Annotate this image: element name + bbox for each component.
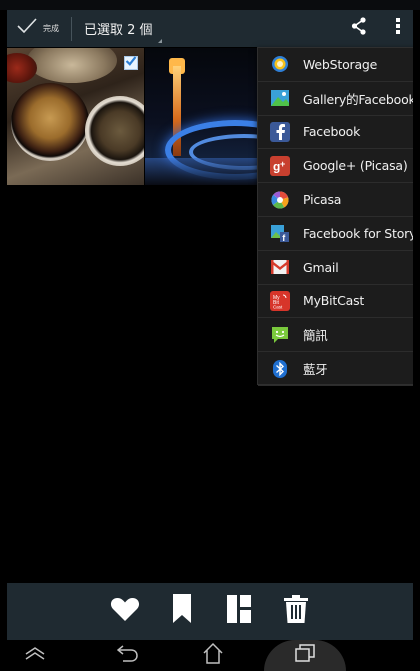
favorite-icon (110, 596, 140, 627)
home-icon (202, 642, 224, 669)
system-nav-bar (0, 640, 420, 671)
share-item-label: WebStorage (303, 56, 378, 72)
photo-bowl-detail (11, 83, 89, 161)
overflow-menu-button[interactable] (388, 15, 408, 42)
share-item-gallery-facebook[interactable]: Gallery的Facebook (258, 82, 417, 116)
webstorage-icon (270, 54, 290, 74)
share-item-label: MyBitCast (303, 293, 365, 309)
photo-bowl-detail (85, 96, 144, 166)
recent-apps-button[interactable] (287, 642, 323, 669)
share-item-label: Gmail (303, 259, 339, 275)
gmail-icon (270, 257, 290, 277)
more-vertical-icon (395, 17, 401, 40)
share-item-gmail[interactable]: Gmail (258, 251, 417, 285)
trash-icon (283, 595, 308, 628)
device-bezel-left (0, 10, 7, 671)
share-button[interactable] (344, 15, 374, 42)
share-item-bluetooth[interactable]: 藍牙 (258, 352, 417, 386)
dropdown-corner-icon (157, 39, 162, 43)
picasa-icon (270, 190, 290, 210)
status-bar (0, 0, 420, 10)
facebook-story-icon: f (270, 223, 290, 243)
gallery-icon (270, 88, 290, 108)
delete-button[interactable] (267, 583, 324, 640)
back-icon (116, 644, 139, 667)
favorite-button[interactable] (96, 583, 153, 640)
bookmark-icon (172, 594, 192, 629)
menu-up-icon (24, 646, 46, 665)
recent-apps-icon (295, 644, 315, 667)
share-item-label: 簡訊 (303, 328, 328, 344)
share-item-google-plus[interactable]: g + Google+ (Picasa) (258, 149, 417, 184)
bluetooth-icon (270, 359, 290, 379)
share-item-messaging[interactable]: 簡訊 (258, 318, 417, 353)
svg-text:+: + (280, 159, 285, 169)
share-item-label: 藍牙 (303, 362, 328, 378)
home-button[interactable] (197, 642, 229, 669)
share-item-label: Facebook (303, 124, 361, 140)
check-icon (125, 54, 137, 72)
layout-button[interactable] (210, 583, 267, 640)
share-menu: WebStorage Gallery的Facebook Facebook g + … (257, 47, 418, 386)
svg-text:Cast: Cast (273, 304, 283, 309)
selection-count-dropdown[interactable]: 已選取 2 個 (72, 10, 165, 47)
done-button[interactable]: 完成 (7, 10, 71, 47)
thumbnail-night-city-photo[interactable] (145, 48, 260, 185)
mybitcast-icon: My Bit Cast (270, 290, 290, 311)
bookmark-button[interactable] (153, 583, 210, 640)
facebook-icon (270, 121, 290, 142)
messaging-icon (270, 325, 290, 345)
device-bezel-right (413, 10, 420, 671)
action-bar: 完成 已選取 2 個 (7, 10, 413, 47)
share-item-label: Google+ (Picasa) (303, 158, 408, 174)
selection-count-label: 已選取 2 個 (84, 23, 153, 38)
layout-icon (226, 595, 251, 628)
share-item-label: Picasa (303, 192, 342, 208)
checkmark-icon (17, 18, 37, 39)
share-item-label: Gallery的Facebook (303, 91, 416, 107)
bottom-action-bar (7, 583, 413, 640)
share-item-picasa[interactable]: Picasa (258, 183, 417, 217)
share-item-label: Facebook for Story (303, 225, 417, 241)
selected-checkbox[interactable] (124, 56, 138, 70)
share-item-mybitcast[interactable]: My Bit Cast MyBitCast (258, 285, 417, 319)
share-item-facebook[interactable]: Facebook (258, 116, 417, 150)
photo-glow-detail (145, 158, 260, 185)
photo-plate-detail (27, 48, 117, 83)
share-icon (351, 17, 367, 40)
done-label: 完成 (43, 24, 59, 33)
google-plus-icon: g + (270, 155, 290, 176)
share-item-facebook-for-story[interactable]: f Facebook for Story (258, 217, 417, 251)
share-item-webstorage[interactable]: WebStorage (258, 48, 417, 82)
back-button[interactable] (112, 642, 144, 669)
menu-up-button[interactable] (20, 642, 50, 669)
